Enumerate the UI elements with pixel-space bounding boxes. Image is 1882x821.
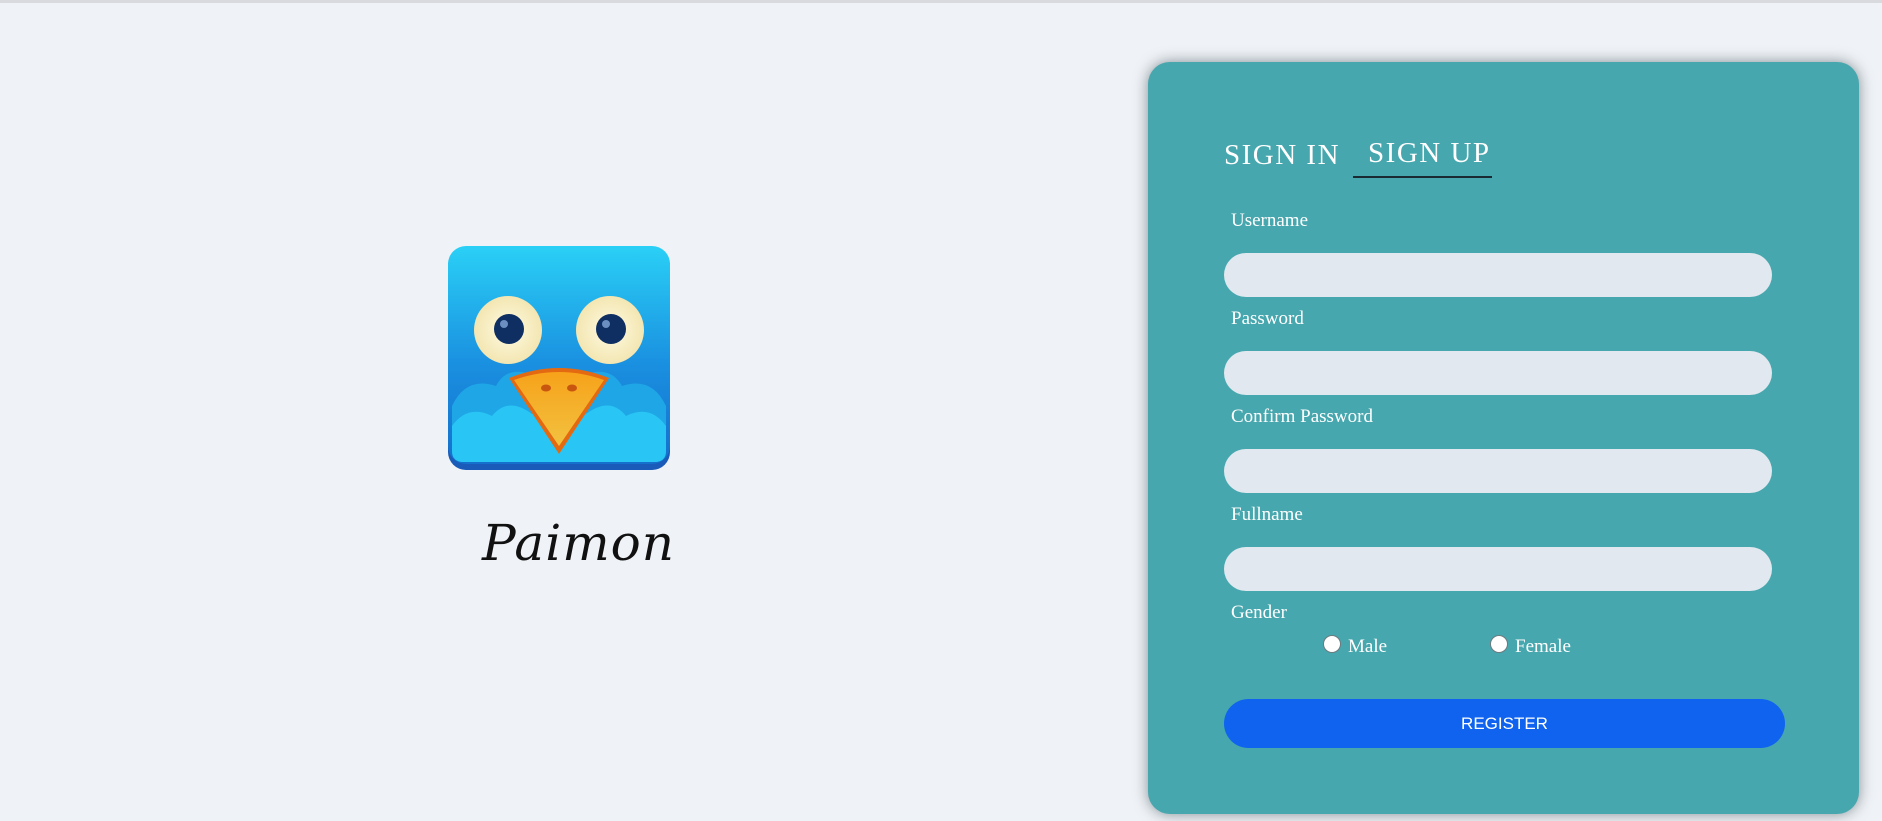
username-label: Username [1231, 210, 1309, 231]
password-label: Password [1231, 308, 1304, 329]
auth-panel: SIGN IN SIGN UP Username Password Confir… [1148, 62, 1859, 814]
auth-tabs: SIGN IN SIGN UP [1224, 134, 1492, 178]
gender-option-female[interactable]: Female [1490, 635, 1571, 658]
username-input[interactable] [1224, 253, 1772, 297]
tab-sign-up[interactable]: SIGN UP [1353, 137, 1492, 178]
male-radio-label: Male [1348, 636, 1388, 657]
female-radio[interactable] [1490, 635, 1508, 653]
female-radio-label: Female [1515, 636, 1571, 657]
register-button[interactable]: REGISTER [1224, 699, 1785, 748]
gender-label: Gender [1231, 602, 1287, 623]
fullname-label: Fullname [1231, 504, 1303, 525]
app-name: Paimon [482, 514, 675, 572]
male-radio[interactable] [1323, 635, 1341, 653]
tab-sign-in[interactable]: SIGN IN [1224, 139, 1347, 178]
window-top-border [0, 0, 1882, 3]
brand-area: Paimon [446, 246, 674, 572]
fullname-input[interactable] [1224, 547, 1772, 591]
gender-option-male[interactable]: Male [1323, 635, 1388, 658]
confirm-password-input[interactable] [1224, 449, 1772, 493]
owl-logo-icon [448, 246, 670, 470]
password-input[interactable] [1224, 351, 1772, 395]
confirm-password-label: Confirm Password [1231, 406, 1373, 427]
